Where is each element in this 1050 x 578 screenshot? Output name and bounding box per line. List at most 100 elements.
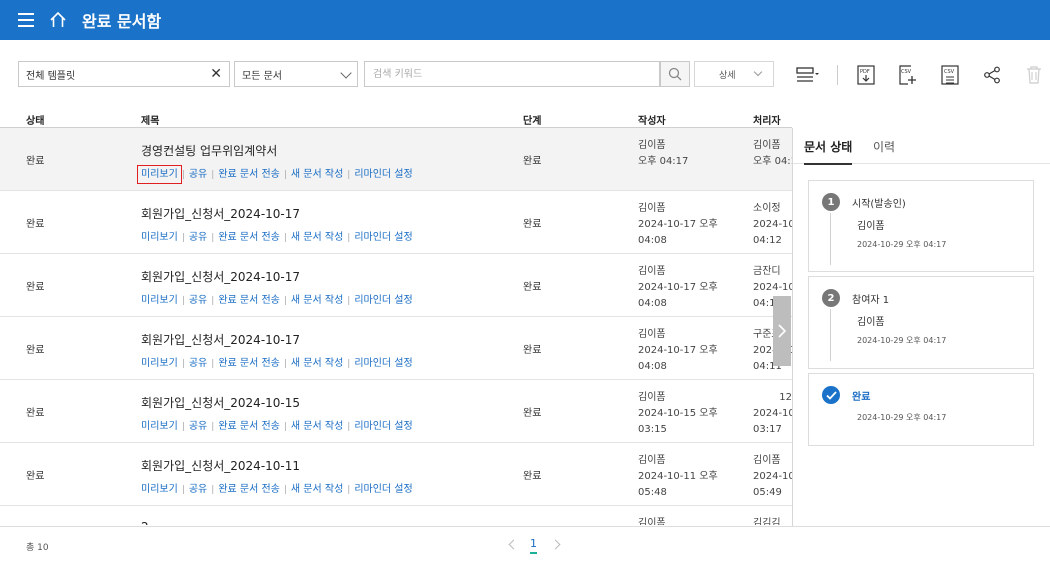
search-input[interactable] (364, 61, 660, 87)
table-row[interactable]: 2 김이폼 김김김 (0, 506, 792, 525)
reminder-link[interactable]: 리마인더 설정 (354, 295, 412, 306)
reminder-link[interactable]: 리마인더 설정 (354, 169, 412, 180)
action-separator: | (181, 233, 185, 243)
reminder-link[interactable]: 리마인더 설정 (354, 484, 412, 495)
row-title[interactable]: 2 (141, 520, 149, 525)
action-separator: | (211, 422, 215, 432)
new-document-link[interactable]: 새 문서 작성 (291, 484, 343, 495)
trash-icon[interactable] (1022, 63, 1046, 87)
column-title[interactable]: 제목 (141, 112, 159, 127)
send-completed-link[interactable]: 완료 문서 전송 (218, 169, 280, 180)
view-mode-icon[interactable] (796, 63, 820, 87)
author-line: 2024-10-17 오후 (638, 219, 718, 230)
pdf-download-icon[interactable]: PDF (854, 63, 878, 87)
new-document-link[interactable]: 새 문서 작성 (291, 169, 343, 180)
template-select[interactable]: 전체 템플릿 ✕ (18, 61, 230, 87)
column-status[interactable]: 상태 (26, 112, 44, 127)
reminder-link[interactable]: 리마인더 설정 (354, 232, 412, 243)
table-row[interactable]: 완료 회원가입_신청서_2024-10-15 미리보기 | 공유 | 완료 문서 전송 | 새 … (0, 380, 792, 443)
reminder-link[interactable]: 리마인더 설정 (354, 358, 412, 369)
tab-document-status[interactable]: 문서 상태 (804, 138, 853, 165)
row-title[interactable]: 회원가입_신청서_2024-10-15 (141, 394, 300, 411)
row-title[interactable]: 회원가입_신청서_2024-10-17 (141, 205, 300, 222)
row-stage: 완료 (523, 471, 542, 482)
preview-link[interactable]: 미리보기 (141, 295, 178, 306)
row-title[interactable]: 회원가입_신청서_2024-10-11 (141, 457, 300, 474)
author-line: 김이폼 (638, 266, 666, 277)
clear-icon[interactable]: ✕ (210, 66, 222, 82)
preview-link[interactable]: 미리보기 (141, 232, 178, 243)
pagination-next-icon[interactable] (550, 539, 561, 550)
search-button[interactable] (660, 61, 690, 87)
author-line: 오후 04:17 (638, 156, 689, 167)
new-document-link[interactable]: 새 문서 작성 (291, 295, 343, 306)
table-row[interactable]: 완료 회원가입_신청서_2024-10-17 미리보기 | 공유 | 완료 문서 전송 | 새 … (0, 254, 792, 317)
send-completed-link[interactable]: 완료 문서 전송 (218, 484, 280, 495)
table-row[interactable]: 완료 회원가입_신청서_2024-10-17 미리보기 | 공유 | 완료 문서 전송 | 새 … (0, 317, 792, 380)
preview-link[interactable]: 미리보기 (141, 421, 178, 432)
table-header: 상태 제목 단계 작성자 처리자 (0, 108, 792, 128)
action-separator: | (181, 359, 185, 369)
send-completed-link[interactable]: 완료 문서 전송 (218, 421, 280, 432)
preview-link[interactable]: 미리보기 (141, 358, 178, 369)
action-separator: | (347, 233, 351, 243)
row-title[interactable]: 회원가입_신청서_2024-10-17 (141, 331, 300, 348)
handler-line: 김이폼 (753, 455, 781, 466)
share-link[interactable]: 공유 (189, 484, 207, 495)
action-separator: | (347, 422, 351, 432)
row-actions: 미리보기 | 공유 | 완료 문서 전송 | 새 문서 작성 | 리마인더 설정 (137, 165, 413, 184)
handler-line: 금잔디 (753, 266, 781, 277)
panel-collapse-button[interactable] (773, 296, 791, 366)
handler-line: 김김김 (753, 518, 781, 525)
csv-list-icon[interactable]: CSV (938, 63, 962, 87)
step-number-badge: 2 (822, 289, 840, 307)
share-link[interactable]: 공유 (189, 169, 207, 180)
column-author[interactable]: 작성자 (638, 112, 666, 127)
tab-history[interactable]: 이력 (873, 138, 895, 155)
new-document-link[interactable]: 새 문서 작성 (291, 421, 343, 432)
column-handler[interactable]: 처리자 (753, 112, 781, 127)
column-stage[interactable]: 단계 (523, 112, 541, 127)
pagination-prev-icon[interactable] (508, 539, 519, 550)
preview-link[interactable]: 미리보기 (141, 484, 178, 495)
send-completed-link[interactable]: 완료 문서 전송 (218, 295, 280, 306)
chevron-down-icon (340, 67, 352, 79)
search-icon (668, 67, 682, 81)
new-document-link[interactable]: 새 문서 작성 (291, 232, 343, 243)
handler-line: 2024-10-11 (753, 471, 792, 482)
share-icon[interactable] (980, 63, 1004, 87)
table-row[interactable]: 완료 회원가입_신청서_2024-10-11 미리보기 | 공유 | 완료 문서 전송 | 새 … (0, 443, 792, 506)
author-line: 05:48 (638, 487, 667, 498)
author-line: 03:15 (638, 424, 667, 435)
step-connector (830, 213, 831, 265)
document-type-select[interactable]: 모든 문서 (234, 61, 358, 87)
share-link[interactable]: 공유 (189, 358, 207, 369)
send-completed-link[interactable]: 완료 문서 전송 (218, 358, 280, 369)
action-separator: | (283, 422, 287, 432)
send-completed-link[interactable]: 완료 문서 전송 (218, 232, 280, 243)
handler-line: 2024-10-17 (753, 219, 792, 230)
handler-line: 04:12 (753, 235, 782, 246)
menu-icon[interactable] (18, 13, 34, 27)
pagination-page[interactable]: 1 (530, 537, 537, 554)
table-row[interactable]: 완료 경영컨설팅 업무위임계약서 미리보기 | 공유 | 완료 문서 전송 | 새 문서 작성 |… (0, 128, 792, 191)
handler-line: 2024-10-17 (753, 282, 792, 293)
row-handler: 소이정 2024-10-17 04:12 (753, 201, 792, 249)
row-title[interactable]: 회원가입_신청서_2024-10-17 (141, 268, 300, 285)
step-number-badge: 1 (822, 193, 840, 211)
home-icon[interactable] (48, 10, 68, 30)
preview-link[interactable]: 미리보기 (137, 165, 182, 184)
new-document-link[interactable]: 새 문서 작성 (291, 358, 343, 369)
step-title: 완료 (852, 392, 871, 403)
author-line: 04:08 (638, 235, 667, 246)
author-line: 김이폼 (638, 203, 666, 214)
author-line: 김이폼 (638, 140, 666, 151)
share-link[interactable]: 공유 (189, 421, 207, 432)
reminder-link[interactable]: 리마인더 설정 (354, 421, 412, 432)
share-link[interactable]: 공유 (189, 295, 207, 306)
share-link[interactable]: 공유 (189, 232, 207, 243)
csv-add-icon[interactable]: CSV (896, 63, 920, 87)
table-row[interactable]: 완료 회원가입_신청서_2024-10-17 미리보기 | 공유 | 완료 문서 전송 | 새 … (0, 191, 792, 254)
row-title[interactable]: 경영컨설팅 업무위임계약서 (141, 142, 277, 159)
detail-search-button[interactable]: 상세 (694, 61, 774, 87)
